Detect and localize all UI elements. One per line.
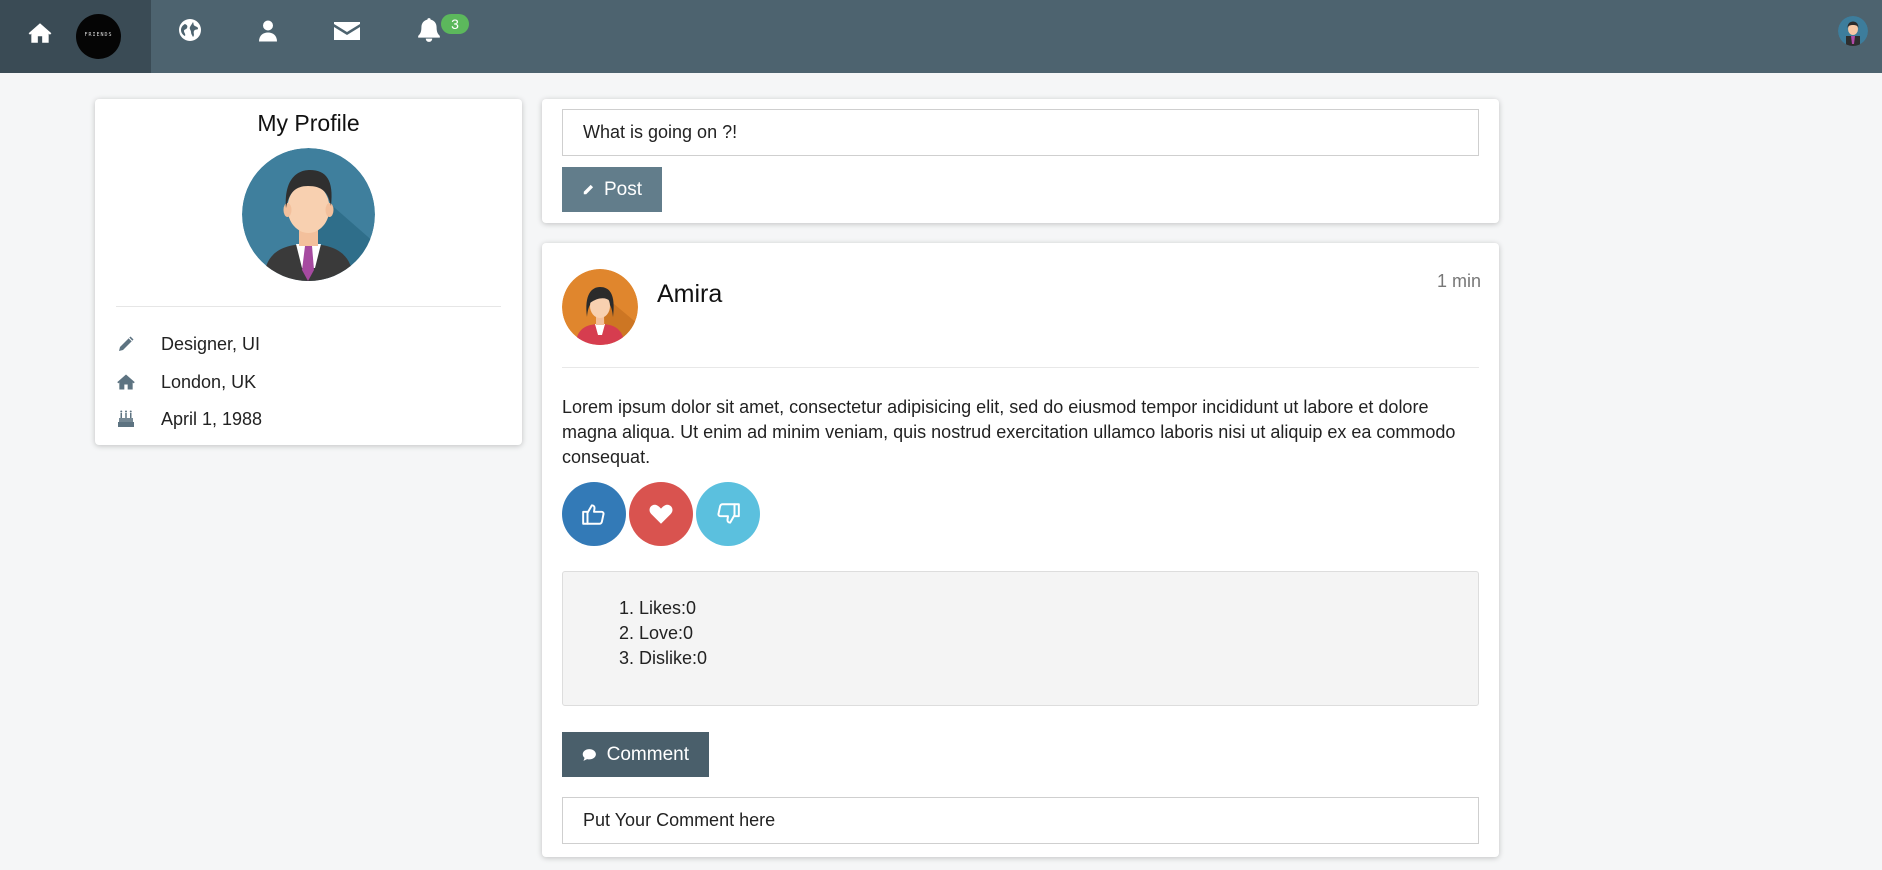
envelope-icon[interactable]: [334, 19, 360, 41]
like-button[interactable]: [562, 482, 626, 546]
reaction-counts-panel: 1. Likes:0 2. Love:0 3. Dislike:0: [562, 571, 1479, 706]
post-button-label: Post: [603, 178, 642, 200]
profile-card: My Profile Designer, UI London, UK April…: [95, 99, 522, 445]
thumbs-down-icon: [717, 503, 740, 524]
profile-birthday: April 1, 1988: [161, 408, 263, 429]
comment-button-label: Comment: [606, 743, 689, 765]
thumbs-up-icon: [582, 504, 605, 525]
notification-badge: 3: [441, 14, 469, 34]
heart-icon: [649, 504, 673, 524]
post-body: Lorem ipsum dolor sit amet, consectetur …: [562, 397, 1456, 467]
globe-icon[interactable]: [178, 18, 202, 42]
pencil-icon: [116, 334, 136, 354]
love-count: 2. Love:0: [619, 623, 694, 643]
love-button[interactable]: [629, 482, 693, 546]
logo-text: FRIENDS: [84, 32, 113, 38]
post-divider: [562, 367, 1479, 368]
profile-title: My Profile: [257, 110, 360, 136]
likes-count: 1. Likes:0: [619, 598, 697, 618]
compose-card: Post: [542, 99, 1499, 223]
author-avatar[interactable]: [562, 269, 638, 345]
pencil-icon: [583, 184, 594, 194]
bell-icon[interactable]: [416, 17, 442, 43]
profile-info-occupation: Designer, UI: [116, 331, 260, 357]
dislike-button[interactable]: [696, 482, 760, 546]
profile-location: London, UK: [161, 371, 257, 392]
post-author-name[interactable]: Amira: [657, 280, 722, 309]
post-button[interactable]: Post: [562, 167, 662, 212]
status-input[interactable]: [562, 109, 1479, 156]
profile-avatar: [242, 148, 375, 281]
dislike-count: 3. Dislike:0: [619, 648, 708, 668]
post-card: Amira 1 min Lorem ipsum dolor sit amet, …: [542, 243, 1499, 857]
post-timestamp: 1 min: [1436, 271, 1481, 291]
birthday-cake-icon: [116, 409, 136, 429]
home-icon[interactable]: [27, 20, 53, 46]
profile-occupation: Designer, UI: [161, 333, 261, 354]
user-avatar[interactable]: [1838, 16, 1868, 46]
top-navbar: FRIENDS 3: [0, 0, 1882, 73]
comment-button[interactable]: Comment: [562, 732, 709, 777]
comment-bubble-icon: [582, 748, 596, 761]
profile-divider: [116, 306, 501, 307]
user-icon[interactable]: [256, 18, 280, 43]
comment-input[interactable]: [562, 797, 1479, 844]
reaction-counts-list: 1. Likes:0 2. Love:0 3. Dislike:0: [619, 596, 707, 671]
home-icon: [116, 372, 136, 392]
profile-info-birthday: April 1, 1988: [116, 406, 262, 432]
profile-info-location: London, UK: [116, 369, 256, 395]
friends-logo[interactable]: FRIENDS: [76, 14, 121, 59]
